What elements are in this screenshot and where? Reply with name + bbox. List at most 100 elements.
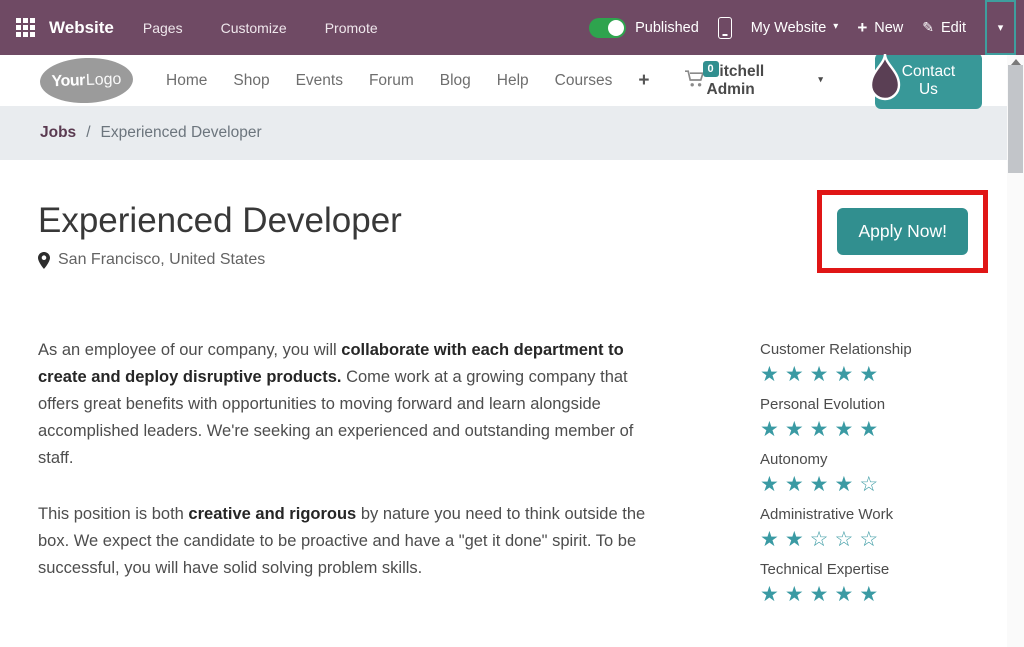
star-filled-icon: ★	[760, 528, 785, 551]
admin-bar-right: Published My Website ▾ + New ✎ Edit ▾	[589, 0, 1024, 55]
nav-link-courses[interactable]: Courses	[555, 72, 613, 90]
star-filled-icon: ★	[785, 363, 810, 386]
page-title: Experienced Developer	[38, 200, 402, 242]
star-filled-icon: ★	[760, 363, 785, 386]
mobile-preview-icon[interactable]	[718, 17, 732, 39]
site-logo[interactable]: Your Logo	[39, 56, 134, 104]
job-page-content: Experienced Developer San Francisco, Uni…	[0, 200, 1024, 616]
website-switcher[interactable]: My Website ▾	[751, 20, 839, 36]
rating-item: Administrative Work★★☆☆☆	[760, 506, 988, 550]
desc-p1: As an employee of our company, you will …	[38, 337, 670, 472]
scrollbar[interactable]	[1007, 55, 1024, 647]
site-nav-right: Mitchell Admin ▾ Contact Us	[707, 53, 1024, 109]
star-filled-icon: ★	[810, 363, 835, 386]
rating-stars: ★★☆☆☆	[760, 529, 988, 550]
job-main: As an employee of our company, you will …	[38, 337, 988, 616]
star-filled-icon: ★	[760, 473, 785, 496]
admin-menu-pages[interactable]: Pages	[124, 20, 202, 36]
rating-stars: ★★★★☆	[760, 474, 988, 495]
paragraph-segment: As an employee of our company, you will	[38, 341, 341, 359]
logo-text-bold: Your	[51, 72, 85, 91]
star-filled-icon: ★	[810, 583, 835, 606]
star-empty-icon: ☆	[859, 473, 884, 496]
rating-stars: ★★★★★	[760, 584, 988, 605]
nav-link-help[interactable]: Help	[497, 72, 529, 90]
website-switcher-label: My Website	[751, 20, 826, 36]
nav-link-events[interactable]: Events	[296, 72, 343, 90]
job-title-block: Experienced Developer San Francisco, Uni…	[38, 200, 402, 269]
nav-link-forum[interactable]: Forum	[369, 72, 414, 90]
cart-button[interactable]: 0	[684, 69, 707, 93]
admin-bar-menus: PagesCustomizePromote	[124, 20, 397, 36]
edit-button[interactable]: ✎ Edit	[922, 19, 966, 36]
job-description: As an employee of our company, you will …	[38, 337, 670, 616]
published-label: Published	[635, 20, 699, 36]
ratings-sidebar: Customer Relationship★★★★★Personal Evolu…	[760, 341, 988, 616]
chevron-down-icon: ▾	[818, 74, 823, 85]
star-filled-icon: ★	[859, 418, 884, 441]
paragraph-segment: This position is both	[38, 505, 188, 523]
star-filled-icon: ★	[785, 583, 810, 606]
admin-bar: Website PagesCustomizePromote Published …	[0, 0, 1024, 55]
new-button[interactable]: + New	[857, 19, 903, 36]
rating-stars: ★★★★★	[760, 364, 988, 385]
rating-item: Autonomy ★★★★☆	[760, 451, 988, 495]
user-menu[interactable]: Mitchell Admin ▾	[707, 63, 823, 99]
star-filled-icon: ★	[785, 528, 810, 551]
star-empty-icon: ☆	[810, 528, 835, 551]
breadcrumb-jobs-link[interactable]: Jobs	[40, 124, 76, 142]
star-filled-icon: ★	[834, 363, 859, 386]
star-filled-icon: ★	[834, 418, 859, 441]
rating-label: Administrative Work	[760, 506, 988, 523]
rating-label: Autonomy	[760, 451, 988, 468]
star-filled-icon: ★	[834, 583, 859, 606]
map-pin-icon	[38, 252, 50, 269]
star-filled-icon: ★	[760, 583, 785, 606]
rating-label: Customer Relationship	[760, 341, 988, 358]
nav-link-home[interactable]: Home	[166, 72, 207, 90]
star-empty-icon: ☆	[834, 528, 859, 551]
star-filled-icon: ★	[760, 418, 785, 441]
job-location-text: San Francisco, United States	[58, 251, 265, 269]
admin-menu-customize[interactable]: Customize	[202, 20, 306, 36]
pencil-icon: ✎	[922, 19, 934, 36]
chevron-down-icon: ▾	[833, 21, 838, 32]
chevron-down-icon: ▾	[998, 21, 1004, 34]
rating-label: Personal Evolution	[760, 396, 988, 413]
rating-label: Technical Expertise	[760, 561, 988, 578]
new-button-label: New	[874, 20, 903, 36]
rating-item: Customer Relationship★★★★★	[760, 341, 988, 385]
edit-button-label: Edit	[941, 20, 966, 36]
publish-toggle-group[interactable]: Published	[589, 18, 699, 38]
job-header: Experienced Developer San Francisco, Uni…	[38, 200, 988, 273]
site-nav-links: Home Shop Events Forum Blog Help Courses	[166, 72, 612, 90]
apps-grid-icon[interactable]	[16, 18, 35, 37]
contact-us-button[interactable]: Contact Us	[875, 53, 982, 109]
plus-icon: +	[857, 19, 867, 36]
app-name[interactable]: Website	[49, 18, 114, 38]
rating-stars: ★★★★★	[760, 419, 988, 440]
star-filled-icon: ★	[834, 473, 859, 496]
scrollbar-thumb[interactable]	[1008, 65, 1023, 173]
breadcrumb-separator: /	[86, 124, 90, 142]
job-location: San Francisco, United States	[38, 251, 402, 269]
breadcrumb-current: Experienced Developer	[101, 124, 262, 142]
paragraph-segment: creative and rigorous	[188, 505, 356, 523]
rating-item: Personal Evolution★★★★★	[760, 396, 988, 440]
logo-text-light: Logo	[86, 70, 122, 89]
star-filled-icon: ★	[785, 473, 810, 496]
star-empty-icon: ☆	[859, 528, 884, 551]
edit-dropdown-button[interactable]: ▾	[985, 0, 1016, 55]
cart-count-badge: 0	[703, 61, 719, 77]
star-filled-icon: ★	[810, 418, 835, 441]
publish-toggle[interactable]	[589, 18, 626, 38]
admin-menu-promote[interactable]: Promote	[306, 20, 397, 36]
annotation-highlight-box: Apply Now!	[817, 190, 988, 273]
rating-item: Technical Expertise ★★★★★	[760, 561, 988, 605]
star-filled-icon: ★	[785, 418, 810, 441]
star-filled-icon: ★	[859, 363, 884, 386]
nav-link-blog[interactable]: Blog	[440, 72, 471, 90]
apply-now-button[interactable]: Apply Now!	[837, 208, 968, 255]
add-menu-plus-icon[interactable]: +	[638, 70, 649, 92]
nav-link-shop[interactable]: Shop	[233, 72, 269, 90]
